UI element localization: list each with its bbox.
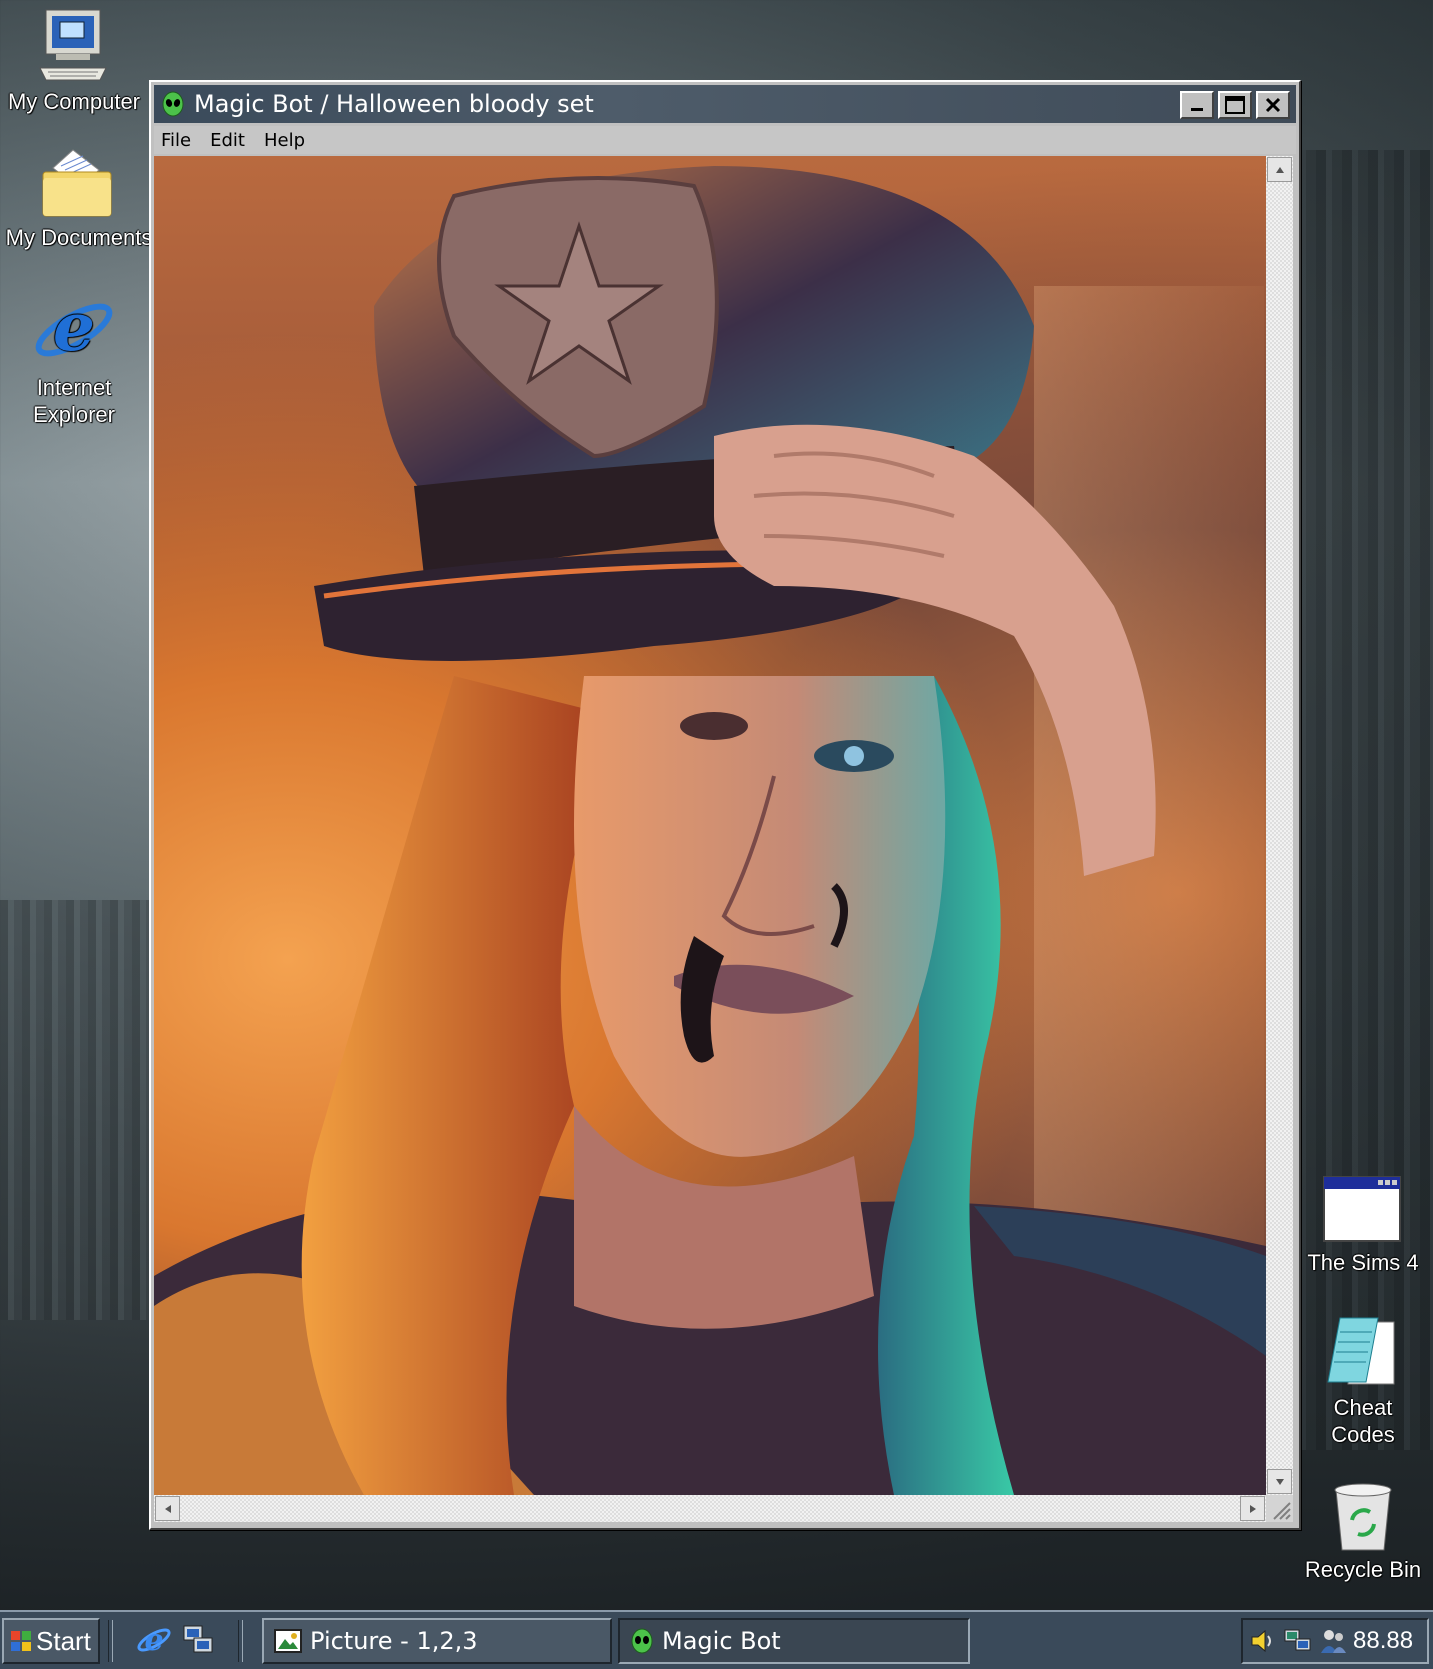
cheat-label-line2: Codes <box>1331 1422 1395 1447</box>
task-magic-bot[interactable]: Magic Bot <box>618 1618 970 1664</box>
arrow-right-icon <box>1249 1504 1256 1513</box>
desktop-icon-internet-explorer[interactable]: e Internet Explorer <box>4 290 144 428</box>
desktop-icon-my-documents[interactable]: My Documents <box>4 148 154 251</box>
start-button[interactable]: Start <box>2 1618 100 1664</box>
artwork-woman-police-hat <box>154 166 1266 1495</box>
computer-icon <box>39 9 107 81</box>
desktop-icon-my-computer[interactable]: My Computer <box>4 8 144 115</box>
my-documents-label: My Documents <box>5 225 153 250</box>
cheat-label-line1: Cheat <box>1333 1395 1393 1420</box>
task-magic-bot-label: Magic Bot <box>662 1627 781 1655</box>
magic-bot-window[interactable]: Magic Bot / Halloween bloody set File Ed… <box>149 80 1301 1530</box>
minimize-button[interactable] <box>1180 91 1214 119</box>
folder-icon <box>42 149 112 217</box>
sims-label: The Sims 4 <box>1307 1250 1419 1275</box>
arrow-down-icon <box>1275 1478 1284 1485</box>
scroll-down-button[interactable] <box>1267 1469 1292 1494</box>
ie-label-line1: Internet <box>36 375 112 400</box>
horizontal-scrollbar[interactable] <box>154 1495 1266 1522</box>
menu-help[interactable]: Help <box>264 130 305 151</box>
desktop-icon-sims[interactable]: The Sims 4 <box>1298 1175 1428 1276</box>
users-icon[interactable] <box>1319 1627 1347 1655</box>
window-title: Magic Bot / Halloween bloody set <box>194 90 594 118</box>
taskbar: Start e Picture - 1,2,3 Magic Bot 88.88 <box>0 1610 1433 1669</box>
ie-label-line2: Explorer <box>33 402 115 427</box>
menu-bar: File Edit Help <box>154 126 1296 154</box>
windows-logo-icon <box>11 1631 31 1651</box>
maximize-icon <box>1225 96 1245 114</box>
task-picture-label: Picture - 1,2,3 <box>310 1627 478 1655</box>
svg-text:e: e <box>53 290 95 366</box>
scroll-left-button[interactable] <box>155 1496 180 1521</box>
minimize-icon <box>1191 108 1203 111</box>
desktop-icon-cheat-codes[interactable]: Cheat Codes <box>1298 1316 1428 1448</box>
menu-edit[interactable]: Edit <box>210 130 245 151</box>
program-window-icon <box>1323 1176 1401 1242</box>
alien-icon <box>162 91 184 117</box>
my-computer-label: My Computer <box>7 89 141 114</box>
picture-icon <box>274 1629 302 1653</box>
quicklaunch-desktop-icon[interactable] <box>180 1622 216 1658</box>
resize-grip[interactable] <box>1266 1495 1293 1522</box>
menu-file[interactable]: File <box>161 130 191 151</box>
task-picture[interactable]: Picture - 1,2,3 <box>262 1618 612 1664</box>
window-titlebar[interactable]: Magic Bot / Halloween bloody set <box>154 85 1296 123</box>
start-label: Start <box>36 1625 91 1656</box>
close-button[interactable] <box>1256 91 1290 119</box>
scroll-right-button[interactable] <box>1240 1496 1265 1521</box>
recycle-bin-icon <box>1334 1483 1392 1551</box>
system-tray: 88.88 <box>1241 1618 1429 1664</box>
maximize-button[interactable] <box>1218 91 1252 119</box>
notepad-icon <box>1327 1317 1395 1385</box>
recycle-bin-label: Recycle Bin <box>1304 1557 1422 1582</box>
desktop-icon-recycle-bin[interactable]: Recycle Bin <box>1298 1480 1428 1583</box>
taskbar-separator <box>108 1620 113 1662</box>
arrow-left-icon <box>164 1504 171 1513</box>
scroll-up-button[interactable] <box>1267 157 1292 182</box>
network-icon[interactable] <box>1283 1627 1313 1655</box>
wallpaper-city-left <box>0 900 150 1320</box>
alien-icon <box>631 1628 653 1654</box>
vertical-scrollbar[interactable] <box>1266 156 1293 1495</box>
quicklaunch-ie-icon[interactable]: e <box>136 1622 172 1658</box>
volume-icon[interactable] <box>1249 1627 1277 1655</box>
arrow-up-icon <box>1275 166 1284 173</box>
image-viewport <box>154 156 1266 1495</box>
clock[interactable]: 88.88 <box>1353 1627 1413 1655</box>
taskbar-separator <box>238 1620 243 1662</box>
resize-grip-icon <box>1273 1502 1291 1520</box>
svg-text:e: e <box>144 1623 163 1658</box>
internet-explorer-icon: e <box>35 290 113 366</box>
close-icon <box>1265 97 1281 113</box>
